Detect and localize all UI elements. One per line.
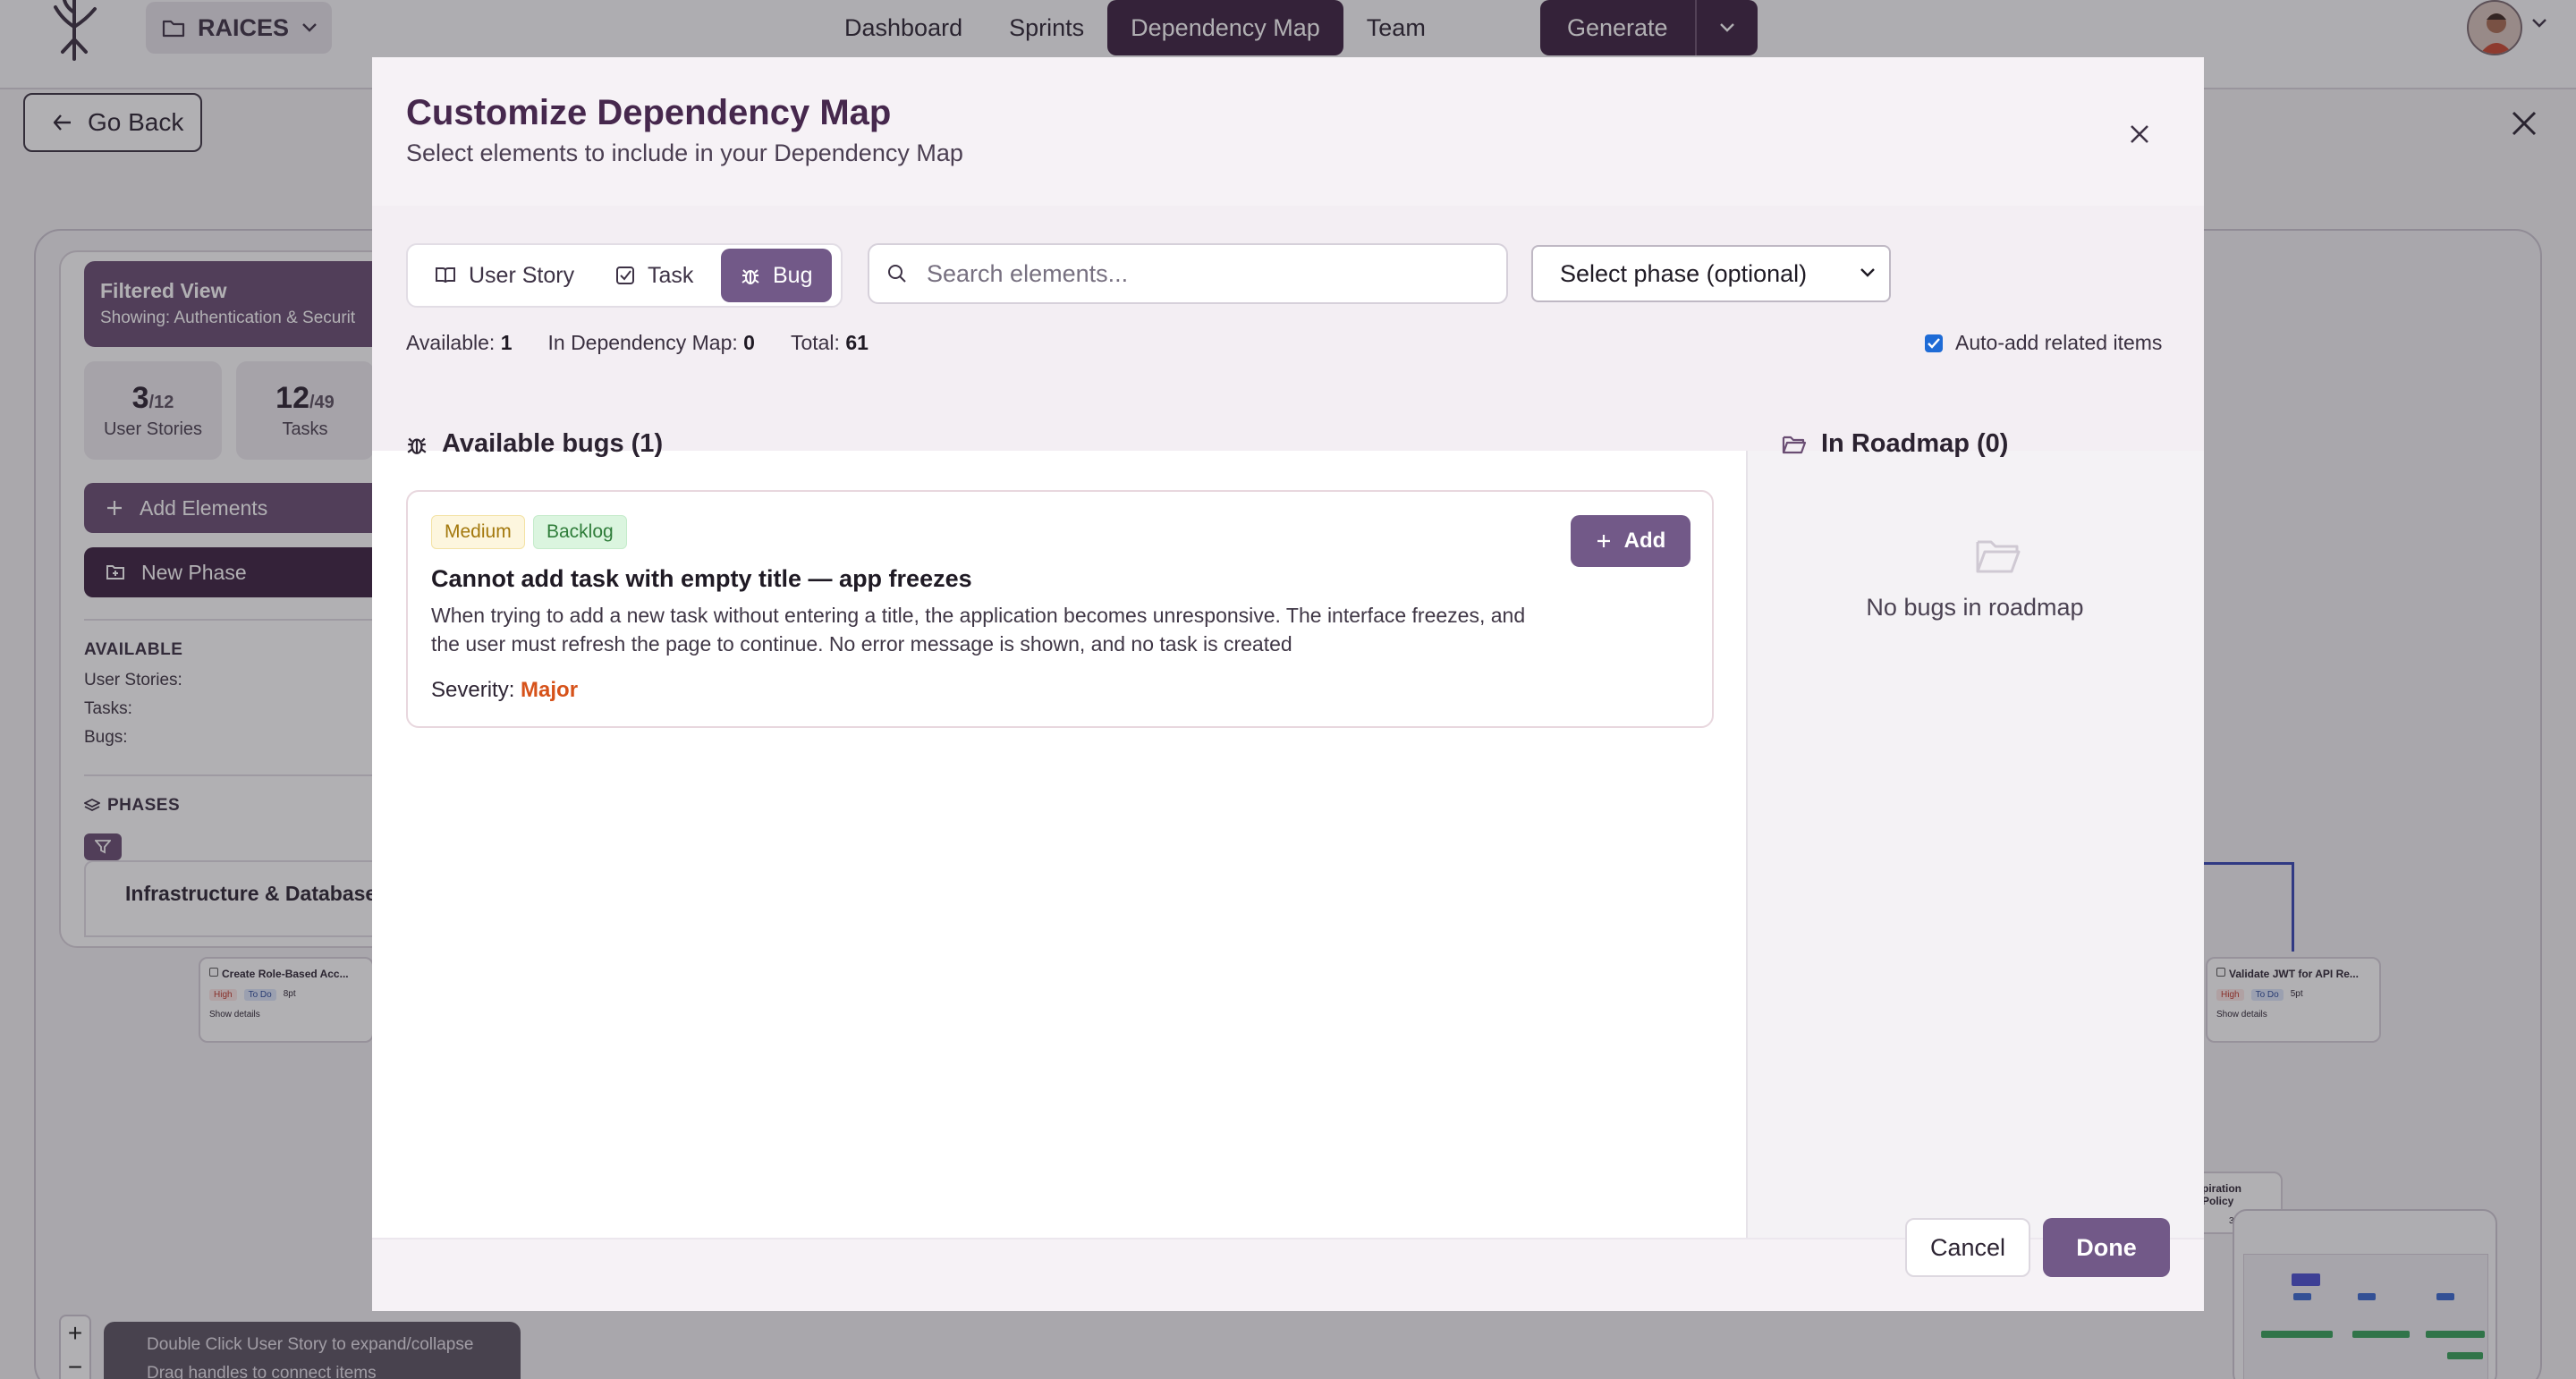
total-count-value: 61 — [845, 331, 869, 354]
customize-dependency-map-dialog: Customize Dependency Map Select elements… — [372, 57, 2204, 1311]
bug-description: When trying to add a new task without en… — [431, 604, 1526, 656]
roadmap-empty-text: No bugs in roadmap — [1866, 594, 2084, 621]
phase-select-value: Select phase (optional) — [1560, 259, 1808, 287]
checkmark-icon — [1928, 337, 1940, 349]
phase-select[interactable]: Select phase (optional) — [1531, 245, 1891, 302]
available-count-value: 1 — [500, 331, 513, 354]
element-type-tabs: User Story Task Bug — [406, 243, 843, 308]
tab-label: Task — [648, 262, 694, 288]
add-label: Add — [1623, 529, 1666, 553]
tab-label: Bug — [773, 262, 813, 288]
available-bugs-heading: Available bugs (1) — [406, 429, 663, 459]
in-map-count: In Dependency Map: 0 — [548, 331, 755, 355]
in-map-count-value: 0 — [743, 331, 755, 354]
available-bugs-title: Available bugs (1) — [442, 429, 664, 458]
checkbox-icon — [616, 266, 634, 284]
bug-icon — [741, 269, 759, 284]
available-count: Available: 1 — [406, 331, 513, 355]
cancel-button[interactable]: Cancel — [1905, 1218, 2030, 1277]
tab-bug[interactable]: Bug — [721, 249, 833, 302]
severity-value: Major — [521, 678, 579, 702]
available-count-label: Available: — [406, 331, 496, 354]
tab-label: User Story — [469, 262, 575, 288]
search-icon — [888, 265, 906, 283]
bug-icon — [407, 437, 427, 454]
auto-add-checkbox[interactable] — [1925, 334, 1943, 352]
bug-severity: Severity: Major — [431, 678, 578, 703]
tab-task[interactable]: Task — [596, 249, 713, 302]
search-box — [868, 243, 1508, 304]
total-count-label: Total: — [790, 331, 840, 354]
tab-user-story[interactable]: User Story — [415, 249, 594, 302]
element-counts: Available: 1 In Dependency Map: 0 Total:… — [406, 331, 869, 355]
severity-label: Severity: — [431, 678, 515, 702]
done-button[interactable]: Done — [2043, 1218, 2170, 1277]
bug-title: Cannot add task with empty title — app f… — [431, 565, 972, 592]
plus-icon — [1597, 535, 1610, 547]
dialog-header: Customize Dependency Map Select elements… — [372, 57, 2204, 206]
add-bug-button[interactable]: Add — [1571, 515, 1690, 567]
search-input[interactable] — [927, 259, 1463, 288]
dialog-subtitle: Select elements to include in your Depen… — [406, 140, 963, 166]
close-icon[interactable] — [2122, 116, 2157, 152]
folder-open-icon — [1976, 540, 2021, 573]
total-count: Total: 61 — [791, 331, 869, 355]
in-map-count-label: In Dependency Map: — [547, 331, 738, 354]
auto-add-toggle[interactable]: Auto-add related items — [1925, 331, 2162, 355]
status-badge: Backlog — [533, 515, 627, 549]
book-icon — [436, 267, 455, 283]
folder-open-icon — [1782, 436, 1807, 453]
auto-add-label: Auto-add related items — [1955, 331, 2163, 354]
priority-badge: Medium — [431, 515, 525, 549]
chevron-down-icon — [1860, 268, 1875, 277]
dialog-title: Customize Dependency Map — [406, 93, 892, 132]
roadmap-heading: In Roadmap (0) — [1782, 429, 2008, 459]
bug-card[interactable]: Medium Backlog Add Cannot add task with … — [406, 490, 1714, 728]
roadmap-title: In Roadmap (0) — [1821, 429, 2009, 458]
